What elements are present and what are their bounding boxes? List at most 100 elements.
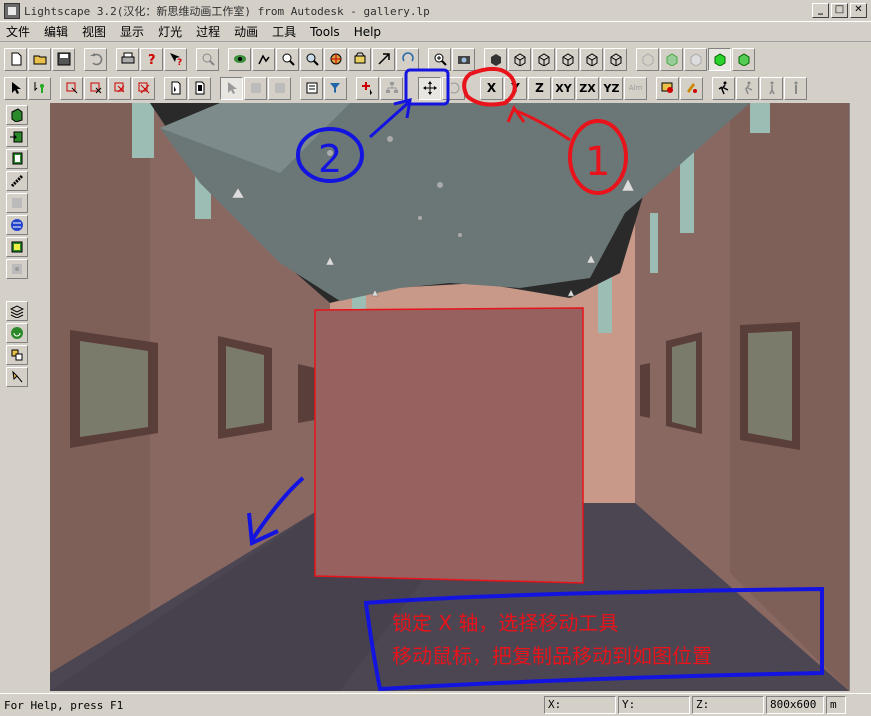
menu-light[interactable]: 灯光 [158,23,182,40]
minimize-button[interactable]: _ [812,3,829,18]
zoom-extents-button[interactable] [196,47,219,71]
window-object-button[interactable] [6,237,28,257]
menu-bar: 文件 编辑 视图 显示 灯光 过程 动画 工具 Tools Help [0,22,871,42]
deselect-button[interactable] [108,76,131,100]
move-tool-button[interactable] [418,76,441,100]
hidden-line-button[interactable] [660,47,683,71]
menu-display[interactable]: 显示 [120,23,144,40]
fly-button[interactable] [372,47,395,71]
walk-button[interactable] [252,47,275,71]
cube-shaded-icon [738,53,749,66]
add-vertex-button[interactable] [356,76,379,100]
move-cross-icon [422,81,437,95]
deselect-window-button[interactable] [132,76,155,100]
measure-button[interactable] [6,171,28,191]
select-box-icon [66,82,77,94]
select-window-button[interactable] [60,76,83,100]
view-left-button[interactable] [556,47,579,71]
materials-panel-button[interactable] [6,323,28,343]
rotate-view-button[interactable] [396,47,419,71]
walk-mode-button[interactable] [712,76,735,100]
view-top-button[interactable] [604,47,627,71]
pan-button[interactable] [324,47,347,71]
walk-mode2-button[interactable] [736,76,759,100]
print-button[interactable] [116,47,139,71]
document-invert-icon [195,81,204,95]
paint-button[interactable] [680,76,703,100]
menu-tools-cn[interactable]: 工具 [272,23,296,40]
axis-yz-button[interactable]: YZ [600,76,623,100]
save-button[interactable] [52,47,75,71]
layer-button[interactable] [6,149,28,169]
menu-tools[interactable]: Tools [310,25,340,39]
rotate-tool-button[interactable] [442,76,465,100]
menu-animation[interactable]: 动画 [234,23,258,40]
select-mode-button[interactable] [220,76,243,100]
arrow-disabled-icon [227,82,237,94]
wireframe-button[interactable] [636,47,659,71]
material-button[interactable] [656,76,679,100]
axis-y-button[interactable]: Y [504,76,527,100]
plane-button[interactable] [6,193,28,213]
select-mode3-button[interactable] [268,76,291,100]
open-file-button[interactable] [28,47,51,71]
axis-z-button[interactable]: Z [528,76,551,100]
undo-button[interactable] [84,47,107,71]
axis-xy-button[interactable]: XY [552,76,575,100]
orbit-button[interactable] [348,47,371,71]
menu-help[interactable]: Help [354,25,381,39]
invert-selection-button[interactable] [188,76,211,100]
help-button[interactable]: ? [140,47,163,71]
shaded-button[interactable] [732,47,755,71]
texture-button[interactable] [6,259,28,279]
layers-panel-button[interactable] [6,301,28,321]
zoom-window-button[interactable] [276,47,299,71]
axis-zx-button[interactable]: ZX [576,76,599,100]
menu-view[interactable]: 视图 [82,23,106,40]
menu-edit[interactable]: 编辑 [44,23,68,40]
grid-disabled-icon [250,83,261,93]
material-icon [661,82,673,93]
block-button[interactable] [6,127,28,147]
select-arrow-button[interactable] [4,76,27,100]
close-button[interactable]: ✕ [850,3,867,18]
blocks-panel-button[interactable] [6,345,28,365]
camera-button[interactable] [452,47,475,71]
cube-green-wire-icon [666,53,677,66]
person-disabled-icon [794,81,797,94]
surface-button[interactable] [6,105,28,125]
select-view-button[interactable] [484,47,507,71]
walk-mode4-button[interactable] [784,76,807,100]
select-all-button[interactable] [164,76,187,100]
solid-button[interactable] [708,47,731,71]
outline-button[interactable] [684,47,707,71]
axis-align-button[interactable]: Alm [624,76,647,100]
filter-select-button[interactable] [324,76,347,100]
menu-process[interactable]: 过程 [196,23,220,40]
axis-x-button[interactable]: X [480,76,503,100]
walker-disabled-icon [768,81,775,95]
select-mode2-button[interactable] [244,76,267,100]
select-crossing-button[interactable] [84,76,107,100]
3d-viewport[interactable]: 锁定 X 轴，选择移动工具 移动鼠标，把复制品移动到如图位置 [50,103,849,691]
hierarchy-button[interactable] [380,76,403,100]
document-arrow-icon [171,81,180,95]
list-select-button[interactable] [300,76,323,100]
texture-disabled-icon [12,264,22,274]
context-help-button[interactable]: ? [164,47,187,71]
zoom-button[interactable] [300,47,323,71]
lights-panel-button[interactable] [6,367,28,387]
menu-file[interactable]: 文件 [6,23,30,40]
cube-solid-green-icon [714,53,725,66]
maximize-button[interactable]: □ [831,3,848,18]
view-front-button[interactable] [508,47,531,71]
left-toolbar [4,103,30,688]
view-right-button[interactable] [580,47,603,71]
new-file-button[interactable] [4,47,27,71]
zoom-in-button[interactable] [428,47,451,71]
globe-button[interactable] [6,215,28,235]
eye-view-button[interactable] [228,47,251,71]
view-back-button[interactable] [532,47,555,71]
walk-mode3-button[interactable] [760,76,783,100]
select-person-button[interactable] [28,76,51,100]
